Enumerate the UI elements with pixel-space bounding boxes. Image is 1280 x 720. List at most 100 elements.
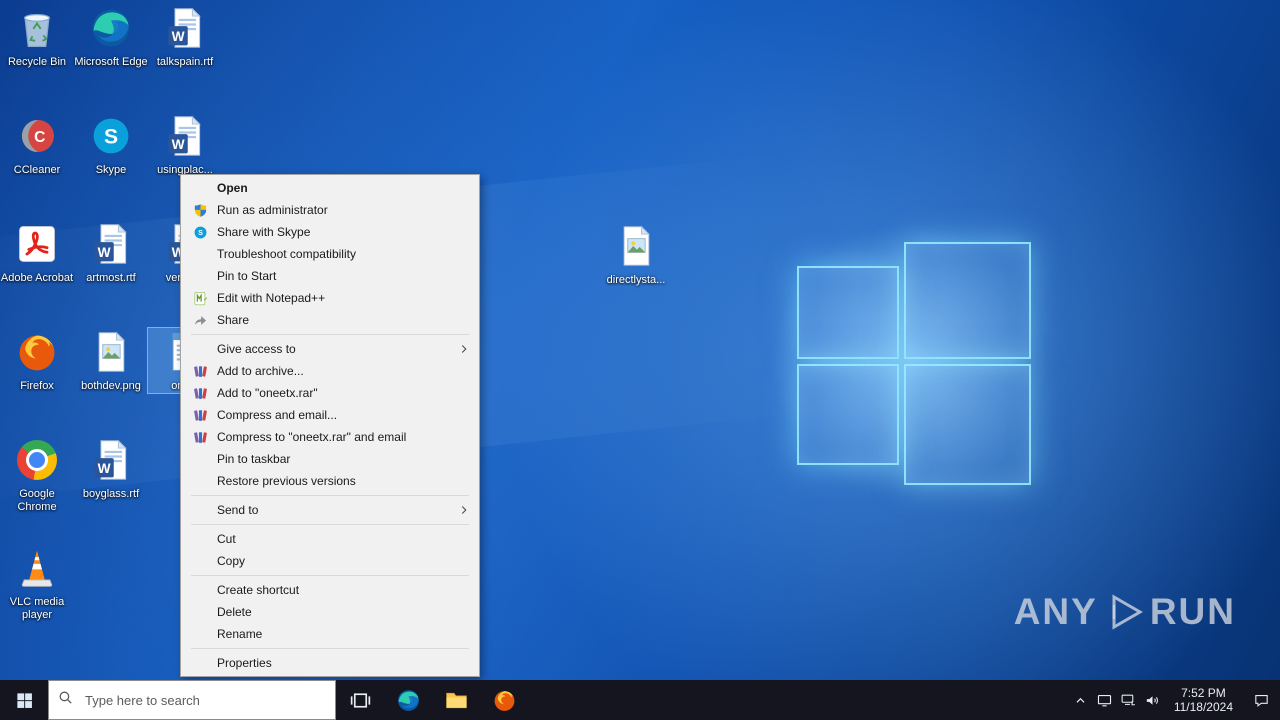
- menu-separator: [191, 495, 469, 496]
- menu-item-icon-blank: [189, 531, 211, 547]
- menu-item-label: Compress to "oneetx.rar" and email: [217, 430, 407, 444]
- menu-item-add-to-archive[interactable]: Add to archive...: [181, 360, 479, 382]
- recycle-bin-icon: [13, 4, 61, 52]
- menu-item-send-to[interactable]: Send to: [181, 499, 479, 521]
- windows-logo-pane: [904, 364, 1031, 485]
- menu-item-pin-to-taskbar[interactable]: Pin to taskbar: [181, 448, 479, 470]
- tray-chevron-up-icon[interactable]: [1069, 680, 1093, 720]
- search-box[interactable]: [48, 680, 336, 720]
- winrar-icon: [189, 363, 211, 379]
- search-icon: [57, 689, 74, 711]
- menu-item-add-to-oneetx-rar[interactable]: Add to "oneetx.rar": [181, 382, 479, 404]
- desktop-icon-vlc-media-player[interactable]: VLC media player: [0, 544, 74, 622]
- menu-item-open[interactable]: Open: [181, 177, 479, 199]
- notepadpp-icon: [189, 290, 211, 306]
- menu-item-delete[interactable]: Delete: [181, 601, 479, 623]
- desktop-icon-label: talkspain.rtf: [156, 56, 214, 68]
- desktop-icon-microsoft-edge[interactable]: Microsoft Edge: [74, 4, 148, 69]
- desktop-icon-label: bothdev.png: [81, 380, 141, 392]
- desktop-icon-label: Skype: [95, 164, 127, 176]
- desktop-icon-skype[interactable]: S Skype: [74, 112, 148, 177]
- menu-item-icon-blank: [189, 451, 211, 467]
- desktop-icon-recycle-bin[interactable]: Recycle Bin: [0, 4, 74, 69]
- menu-item-label: Pin to Start: [217, 269, 277, 283]
- desktop-icon-label: Google Chrome: [17, 488, 57, 513]
- menu-item-label: Share with Skype: [217, 225, 311, 239]
- desktop-surface[interactable]: Recycle Bin Microsoft Edge Wtalkspain.rtf C…: [0, 0, 1280, 680]
- search-input[interactable]: [83, 691, 317, 709]
- desktop-icon-label: boyglass.rtf: [82, 488, 140, 500]
- ccleaner-icon: C: [13, 112, 61, 160]
- desktop-icon-label: CCleaner: [13, 164, 61, 176]
- taskbar-button-edge[interactable]: [384, 680, 432, 720]
- menu-item-create-shortcut[interactable]: Create shortcut: [181, 579, 479, 601]
- menu-item-icon-blank: [189, 246, 211, 262]
- menu-item-edit-with-notepad[interactable]: Edit with Notepad++: [181, 287, 479, 309]
- menu-item-label: Add to "oneetx.rar": [217, 386, 318, 400]
- menu-item-pin-to-start[interactable]: Pin to Start: [181, 265, 479, 287]
- windows-logo-pane: [797, 266, 899, 359]
- menu-item-troubleshoot-compatibility[interactable]: Troubleshoot compatibility: [181, 243, 479, 265]
- menu-item-icon-blank: [189, 341, 211, 357]
- menu-item-label: Share: [217, 313, 250, 327]
- menu-item-share[interactable]: Share: [181, 309, 479, 331]
- action-center-button[interactable]: [1242, 680, 1280, 720]
- menu-item-copy[interactable]: Copy: [181, 550, 479, 572]
- menu-separator: [191, 575, 469, 576]
- desktop-icon-ccleaner[interactable]: C CCleaner: [0, 112, 74, 177]
- tray-network-icon[interactable]: [1117, 680, 1141, 720]
- menu-item-label: Compress and email...: [217, 408, 338, 422]
- taskbar-button-task-view[interactable]: [336, 680, 384, 720]
- desktop-icon-bothdev-png[interactable]: bothdev.png: [74, 328, 148, 393]
- desktop-icon-label: Recycle Bin: [7, 56, 67, 68]
- edge-icon: [87, 4, 135, 52]
- menu-item-compress-to-oneetx-rar-and-email[interactable]: Compress to "oneetx.rar" and email: [181, 426, 479, 448]
- menu-item-label: Give access to: [217, 342, 296, 356]
- menu-item-label: Edit with Notepad++: [217, 291, 326, 305]
- firefox-icon: [13, 328, 61, 376]
- menu-item-rename[interactable]: Rename: [181, 623, 479, 645]
- menu-item-label: Pin to taskbar: [217, 452, 291, 466]
- menu-item-share-with-skype[interactable]: S Share with Skype: [181, 221, 479, 243]
- watermark-run-text: RUN: [1149, 591, 1236, 632]
- word-icon: W: [161, 112, 209, 160]
- clock[interactable]: 7:52 PM 11/18/2024: [1165, 686, 1242, 714]
- share-icon: [189, 312, 211, 328]
- menu-item-compress-and-email[interactable]: Compress and email...: [181, 404, 479, 426]
- menu-item-properties[interactable]: Properties: [181, 652, 479, 674]
- skype-icon: S: [189, 224, 211, 240]
- start-button[interactable]: [0, 680, 48, 720]
- desktop-icon-artmost-rtf[interactable]: Wartmost.rtf: [74, 220, 148, 285]
- menu-item-icon-blank: [189, 553, 211, 569]
- menu-separator: [191, 648, 469, 649]
- tray-volume-icon[interactable]: [1141, 680, 1165, 720]
- svg-text:W: W: [98, 245, 111, 260]
- desktop-icon-google-chrome[interactable]: Google Chrome: [0, 436, 74, 514]
- desktop-icon-adobe-acrobat[interactable]: Adobe Acrobat: [0, 220, 74, 285]
- tray-display-icon[interactable]: [1093, 680, 1117, 720]
- menu-item-give-access-to[interactable]: Give access to: [181, 338, 479, 360]
- desktop-icon-firefox[interactable]: Firefox: [0, 328, 74, 393]
- desktop-icon-label: directlysta...: [606, 274, 666, 286]
- desktop-icon-talkspain-rtf[interactable]: Wtalkspain.rtf: [148, 4, 222, 69]
- taskbar-button-firefox[interactable]: [480, 680, 528, 720]
- menu-item-run-as-administrator[interactable]: Run as administrator: [181, 199, 479, 221]
- menu-item-label: Rename: [217, 627, 263, 641]
- taskbar-button-file-explorer[interactable]: [432, 680, 480, 720]
- skype-icon: S: [87, 112, 135, 160]
- menu-item-restore-previous-versions[interactable]: Restore previous versions: [181, 470, 479, 492]
- svg-text:W: W: [172, 29, 185, 44]
- desktop-icon-label: VLC media player: [9, 596, 65, 621]
- vlc-icon: [13, 544, 61, 592]
- acrobat-icon: [13, 220, 61, 268]
- image-icon: [612, 222, 660, 270]
- word-icon: W: [87, 436, 135, 484]
- desktop-icon-usingplac[interactable]: Wusingplac...: [148, 112, 222, 177]
- winrar-icon: [189, 429, 211, 445]
- desktop-icon-boyglass-rtf[interactable]: Wboyglass.rtf: [74, 436, 148, 501]
- svg-text:W: W: [172, 137, 185, 152]
- menu-item-cut[interactable]: Cut: [181, 528, 479, 550]
- watermark-any-text: ANY: [1013, 591, 1098, 632]
- desktop-icon-directlysta[interactable]: directlysta...: [599, 222, 673, 287]
- menu-item-label: Troubleshoot compatibility: [217, 247, 356, 261]
